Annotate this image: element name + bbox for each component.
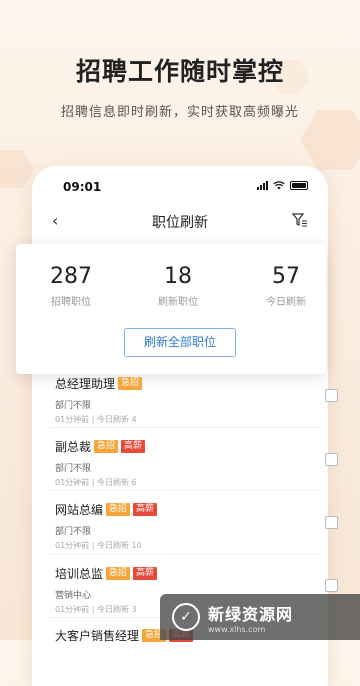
hero-title: 招聘工作随时掌控 xyxy=(75,57,284,86)
job-meta: 01分钟前 | 今日刷新 4 xyxy=(55,415,137,424)
job-item[interactable]: 总经理助理 急招 部门不限 01分钟前 | 今日刷新 4 xyxy=(55,375,325,425)
page-title: 职位刷新 xyxy=(152,215,208,231)
job-department: 部门不限 xyxy=(55,401,92,411)
job-department: 部门不限 xyxy=(55,464,92,474)
divider xyxy=(50,554,320,555)
stat-value: 57 xyxy=(272,264,300,289)
stat-recruiting-positions: 287 招聘职位 xyxy=(26,264,116,308)
job-checkbox[interactable] xyxy=(325,516,338,529)
urgent-tag: 急招 xyxy=(94,440,119,453)
job-meta: 01分钟前 | 今日刷新 6 xyxy=(55,478,137,487)
battery-icon xyxy=(290,181,308,190)
high-pay-tag: 高薪 xyxy=(133,503,158,516)
stat-label: 今日刷新 xyxy=(266,297,306,308)
stat-today-refresh: 57 今日刷新 xyxy=(241,264,331,308)
nav-bar: ‹ 职位刷新 xyxy=(32,206,328,236)
stat-value: 18 xyxy=(164,264,192,289)
job-title: 总经理助理 xyxy=(55,377,116,391)
urgent-tag: 急招 xyxy=(106,503,131,516)
job-checkbox[interactable] xyxy=(325,453,338,466)
high-pay-tag: 高薪 xyxy=(133,567,158,580)
job-checkbox[interactable] xyxy=(325,579,338,592)
stat-label: 刷新职位 xyxy=(158,297,198,308)
job-item[interactable]: 副总裁 急招 高薪 部门不限 01分钟前 | 今日刷新 6 xyxy=(55,438,325,488)
job-meta: 01分钟前 | 今日刷新 10 xyxy=(55,541,142,550)
job-title: 大客户销售经理 xyxy=(55,629,140,643)
refresh-all-button[interactable]: 刷新全部职位 xyxy=(124,328,236,357)
urgent-tag: 急招 xyxy=(106,567,131,580)
status-icons xyxy=(257,181,308,190)
site-watermark: ✓ 新绿资源网 www.xlhs.com xyxy=(160,594,360,640)
divider xyxy=(50,427,320,428)
high-pay-tag: 高薪 xyxy=(121,440,146,453)
status-time: 09:01 xyxy=(63,180,102,194)
decorative-hexagon xyxy=(0,150,34,188)
wifi-icon xyxy=(273,181,285,190)
job-title: 网站总编 xyxy=(55,503,104,517)
hero-subtitle: 招聘信息即时刷新，实时获取高频曝光 xyxy=(60,105,299,120)
stat-value: 287 xyxy=(50,264,92,289)
filter-icon[interactable] xyxy=(292,212,308,228)
urgent-tag: 急招 xyxy=(118,377,143,390)
stat-refreshed-positions: 18 刷新职位 xyxy=(133,264,223,308)
job-item[interactable]: 网站总编 急招 高薪 部门不限 01分钟前 | 今日刷新 10 xyxy=(55,501,325,551)
signal-icon xyxy=(257,181,268,190)
job-title: 副总裁 xyxy=(55,440,92,454)
watermark-url: www.xlhs.com xyxy=(208,624,266,634)
watermark-name: 新绿资源网 xyxy=(208,604,294,624)
stat-label: 招聘职位 xyxy=(51,297,91,308)
status-bar: 09:01 xyxy=(32,166,328,206)
job-checkbox[interactable] xyxy=(325,389,338,402)
job-department: 部门不限 xyxy=(55,527,92,537)
job-title: 培训总监 xyxy=(55,567,104,581)
stats-card: 287 招聘职位 18 刷新职位 57 今日刷新 刷新全部职位 xyxy=(16,244,326,374)
divider xyxy=(50,490,320,491)
watermark-logo-icon: ✓ xyxy=(172,603,200,631)
